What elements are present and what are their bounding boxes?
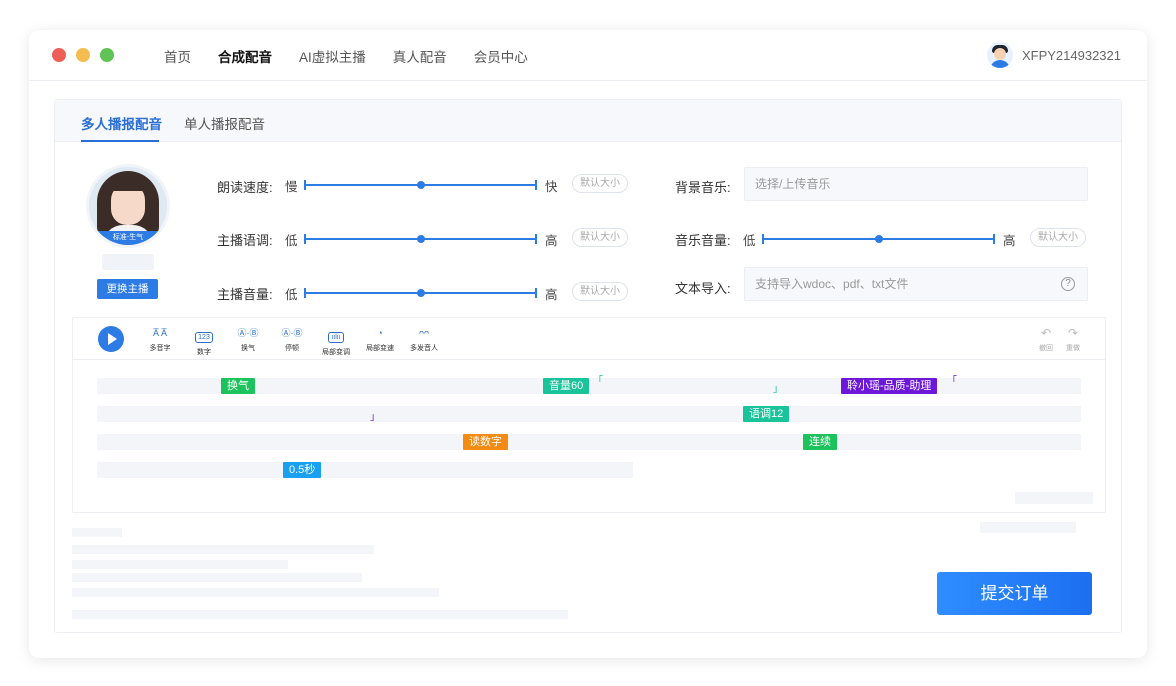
- text-editor[interactable]: A̅ A̅ 多音字 123 数字 Ⓐ·Ⓑ 换气 Ⓐ·Ⓑ 停顿 ıılıı 局部变…: [72, 317, 1106, 513]
- tool-breath-label: 换气: [241, 345, 255, 352]
- play-button[interactable]: [98, 326, 124, 352]
- username: XFPY214932321: [1021, 47, 1121, 63]
- nav-item-synthesis[interactable]: 合成配音: [218, 46, 272, 66]
- redo-icon: ↷: [1067, 326, 1079, 340]
- anchor-avatar: 标准-生气: [89, 167, 167, 245]
- close-window-button[interactable]: [52, 48, 66, 62]
- tool-polyphone[interactable]: A̅ A̅ 多音字: [142, 326, 178, 354]
- text-import-placeholder: 支持导入wdoc、pdf、txt文件: [755, 277, 909, 291]
- volume-default-button[interactable]: 默认大小: [572, 282, 628, 301]
- tab-bar: 多人播报配音 单人播报配音: [55, 100, 1121, 142]
- anchor-name-placeholder: [102, 254, 154, 270]
- speed-label: 朗读速度:: [217, 180, 273, 195]
- speaker-tag[interactable]: 聆小瑶-品质-助理: [841, 378, 938, 394]
- speed-slider-knob[interactable]: [417, 181, 425, 189]
- nav-item-membership[interactable]: 会员中心: [474, 46, 528, 66]
- notes-line-placeholder: [72, 560, 288, 569]
- tool-local-speed[interactable]: ◔ 局部变速: [362, 326, 398, 354]
- bgm-select-input[interactable]: 选择/上传音乐: [744, 167, 1088, 201]
- read-number-tag[interactable]: 读数字: [463, 434, 508, 450]
- tool-breath[interactable]: Ⓐ·Ⓑ 换气: [230, 326, 266, 354]
- bgm-label: 背景音乐:: [675, 180, 731, 195]
- active-tab-indicator: [81, 140, 159, 142]
- music-volume-low-label: 低: [743, 234, 756, 248]
- title-bar: 首页 合成配音 AI虚拟主播 真人配音 会员中心 XFPY214932321: [29, 30, 1147, 81]
- maximize-window-button[interactable]: [100, 48, 114, 62]
- tool-multi-speaker-label: 多发音人: [410, 345, 438, 352]
- tab-single-speaker[interactable]: 单人播报配音: [184, 113, 265, 133]
- nav-item-ai-anchor[interactable]: AI虚拟主播: [299, 46, 366, 66]
- tool-pause-label: 停顿: [285, 345, 299, 352]
- volume-tag[interactable]: 音量60: [543, 378, 590, 394]
- notes-line-placeholder: [72, 545, 374, 554]
- users-icon: ᴖᴖ: [418, 328, 429, 338]
- waveform-icon: ıılıı: [328, 332, 344, 343]
- submit-order-button[interactable]: 提交订单: [937, 572, 1092, 615]
- tool-local-pitch-label: 局部变调: [322, 349, 350, 356]
- pitch-slider-knob[interactable]: [417, 235, 425, 243]
- text-import-label: 文本导入:: [675, 281, 731, 296]
- text-import-input[interactable]: 支持导入wdoc、pdf、txt文件 ?: [744, 267, 1088, 301]
- notes-line-placeholder: [72, 588, 439, 597]
- avatar: [986, 42, 1013, 68]
- change-anchor-button[interactable]: 更换主播: [97, 279, 158, 299]
- polyphone-icon: A̅ A̅: [152, 328, 167, 338]
- speaker-bracket-open: 「: [947, 376, 957, 387]
- music-volume-high-label: 高: [1003, 234, 1016, 248]
- volume-label: 主播音量:: [217, 287, 273, 302]
- volume-low-label: 低: [285, 288, 298, 302]
- hint-placeholder: [980, 522, 1076, 533]
- minimize-window-button[interactable]: [76, 48, 90, 62]
- text-line: [97, 462, 633, 478]
- editor-toolbar: A̅ A̅ 多音字 123 数字 Ⓐ·Ⓑ 换气 Ⓐ·Ⓑ 停顿 ıılıı 局部变…: [73, 318, 1105, 360]
- tool-polyphone-label: 多音字: [149, 345, 171, 352]
- pause-tag[interactable]: 0.5秒: [283, 462, 322, 478]
- tab-multi-speaker[interactable]: 多人播报配音: [81, 113, 162, 133]
- redo-button[interactable]: ↷ 重做: [1055, 326, 1091, 354]
- speaker-bracket-close: 」: [370, 412, 380, 423]
- redo-label: 重做: [1066, 345, 1080, 352]
- tool-local-speed-label: 局部变速: [366, 345, 394, 352]
- notes-title-placeholder: [72, 528, 122, 537]
- notes-line-placeholder: [72, 573, 362, 582]
- text-line: [97, 434, 1081, 450]
- pause-icon: Ⓐ·Ⓑ: [281, 328, 303, 338]
- app-window: 首页 合成配音 AI虚拟主播 真人配音 会员中心 XFPY214932321 多…: [29, 30, 1147, 658]
- music-volume-default-button[interactable]: 默认大小: [1030, 228, 1086, 247]
- nav-item-home[interactable]: 首页: [164, 46, 191, 66]
- volume-bracket-open: 「: [593, 376, 603, 387]
- pitch-label: 主播语调:: [217, 233, 273, 248]
- breath-tag[interactable]: 换气: [221, 378, 255, 394]
- volume-high-label: 高: [545, 288, 558, 302]
- word-count-placeholder: [1015, 492, 1093, 504]
- anchor-badge: 标准-生气: [89, 231, 167, 245]
- tool-pause[interactable]: Ⓐ·Ⓑ 停顿: [274, 326, 310, 354]
- music-volume-label: 音乐音量:: [675, 233, 731, 248]
- volume-slider-knob[interactable]: [417, 289, 425, 297]
- tool-local-pitch[interactable]: ıılıı 局部变调: [318, 326, 354, 356]
- breath-icon: Ⓐ·Ⓑ: [237, 328, 259, 338]
- tool-number[interactable]: 123 数字: [186, 326, 222, 356]
- number-icon: 123: [195, 332, 213, 343]
- volume-bracket-close: 」: [773, 384, 783, 395]
- main-panel: 多人播报配音 单人播报配音 标准-生气 更换主播 朗读速度: 慢 快 默认大小 …: [54, 99, 1122, 633]
- tool-number-label: 数字: [197, 349, 211, 356]
- help-icon[interactable]: ?: [1061, 277, 1075, 291]
- speed-default-button[interactable]: 默认大小: [572, 174, 628, 193]
- pitch-default-button[interactable]: 默认大小: [572, 228, 628, 247]
- notes-line-placeholder: [72, 610, 568, 619]
- tool-multi-speaker[interactable]: ᴖᴖ 多发音人: [406, 326, 442, 354]
- liaison-tag[interactable]: 连续: [803, 434, 837, 450]
- pitch-low-label: 低: [285, 234, 298, 248]
- speed-low-label: 慢: [285, 180, 298, 194]
- pitch-tag[interactable]: 语调12: [743, 406, 790, 422]
- text-line: [97, 406, 1081, 422]
- user-menu[interactable]: XFPY214932321: [986, 42, 1121, 68]
- music-volume-slider-knob[interactable]: [875, 235, 883, 243]
- speed-high-label: 快: [545, 180, 558, 194]
- speedometer-icon: ◔: [377, 328, 383, 338]
- nav-item-human-voice[interactable]: 真人配音: [393, 46, 447, 66]
- pitch-high-label: 高: [545, 234, 558, 248]
- top-nav: 首页 合成配音 AI虚拟主播 真人配音 会员中心: [164, 30, 555, 81]
